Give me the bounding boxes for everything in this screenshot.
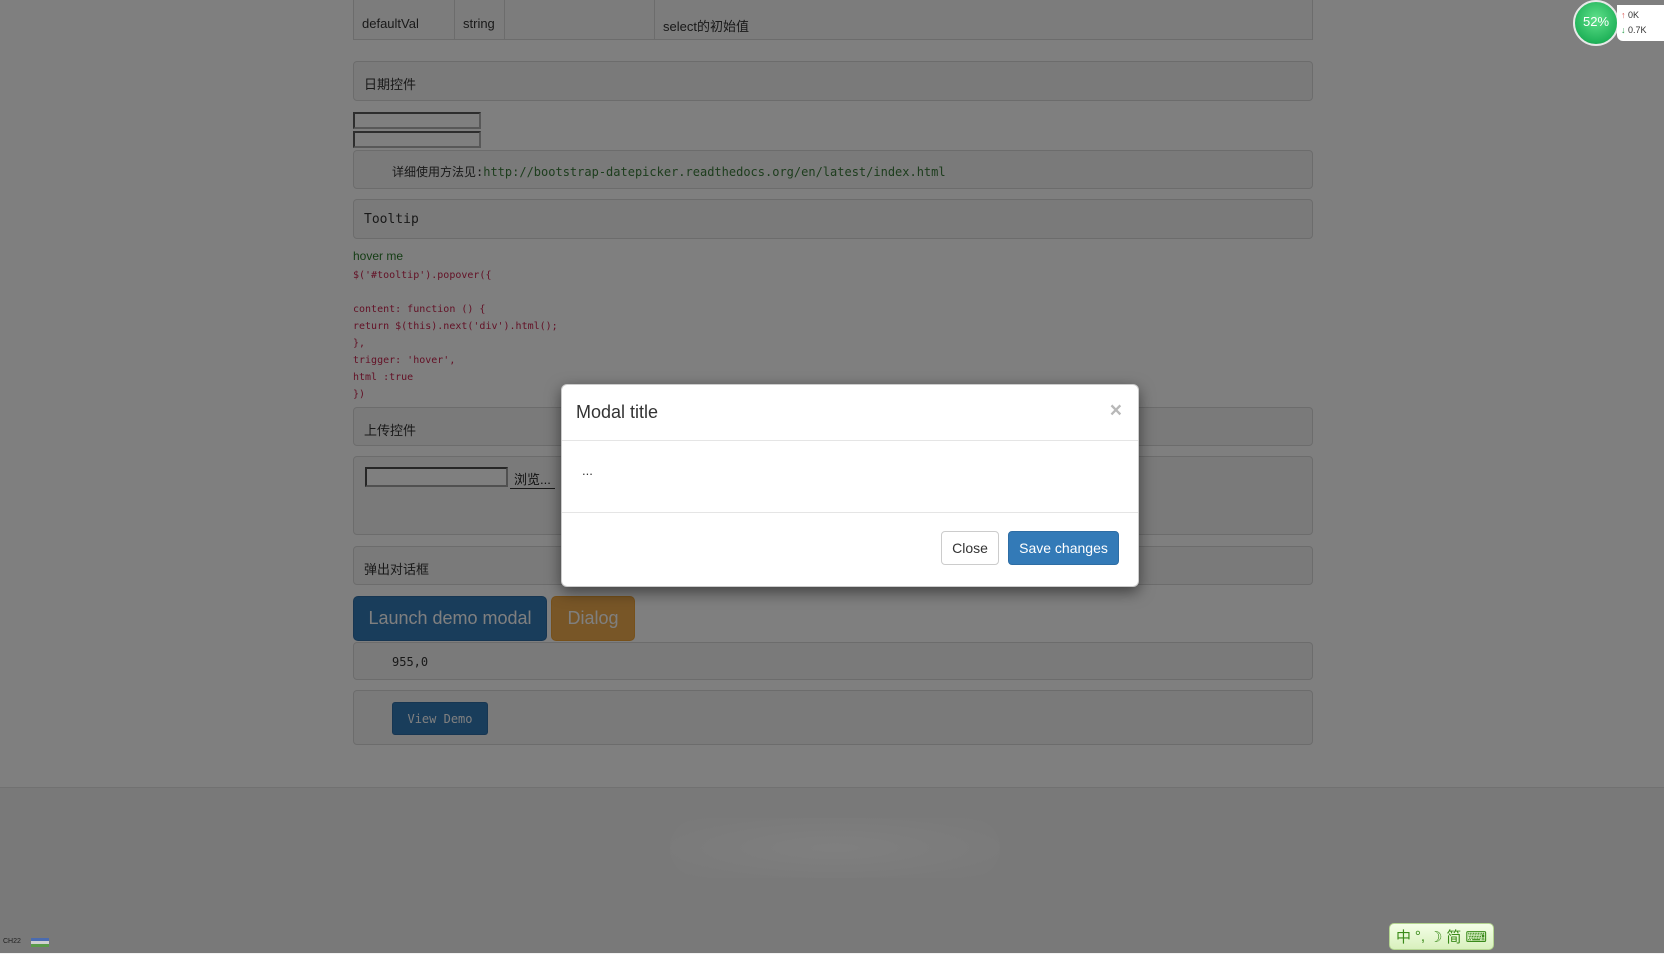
modal-dialog: Modal title × ... Close Save changes: [561, 384, 1139, 587]
page: defaultVal string select的初始值 日期控件 详细使用方法…: [0, 0, 1664, 954]
close-button[interactable]: Close: [941, 531, 999, 565]
language-indicator[interactable]: CH22: [3, 938, 21, 945]
modal-footer: Close Save changes: [562, 513, 1138, 586]
modal-body: ...: [562, 441, 1138, 513]
ime-moon-icon[interactable]: ☽: [1429, 928, 1442, 946]
upload-speed: 0K: [1628, 10, 1640, 20]
ime-chinese-mode-icon[interactable]: 中: [1396, 926, 1411, 947]
download-arrow-icon: ↓: [1621, 25, 1626, 35]
download-speed: 0.7K: [1628, 25, 1647, 35]
cpu-usage-indicator[interactable]: 52%: [1573, 0, 1619, 46]
network-monitor-widget[interactable]: 52% ↑ 0K ↓ 0.7K: [1573, 0, 1664, 46]
ime-toolbar[interactable]: 中 °, ☽ 简 ⌨: [1389, 923, 1494, 950]
ime-keyboard-icon[interactable]: ⌨: [1465, 928, 1487, 946]
modal-body-text: ...: [582, 463, 593, 478]
modal-title: Modal title: [576, 402, 659, 422]
network-speed-panel: ↑ 0K ↓ 0.7K: [1617, 5, 1664, 41]
close-icon[interactable]: ×: [1110, 399, 1122, 423]
save-changes-button[interactable]: Save changes: [1008, 531, 1119, 565]
flag-icon: [31, 938, 49, 947]
ime-simplified-icon[interactable]: 简: [1446, 926, 1461, 947]
upload-arrow-icon: ↑: [1621, 10, 1626, 20]
modal-header: Modal title ×: [562, 385, 1138, 441]
ime-punctuation-icon[interactable]: °,: [1415, 928, 1425, 945]
